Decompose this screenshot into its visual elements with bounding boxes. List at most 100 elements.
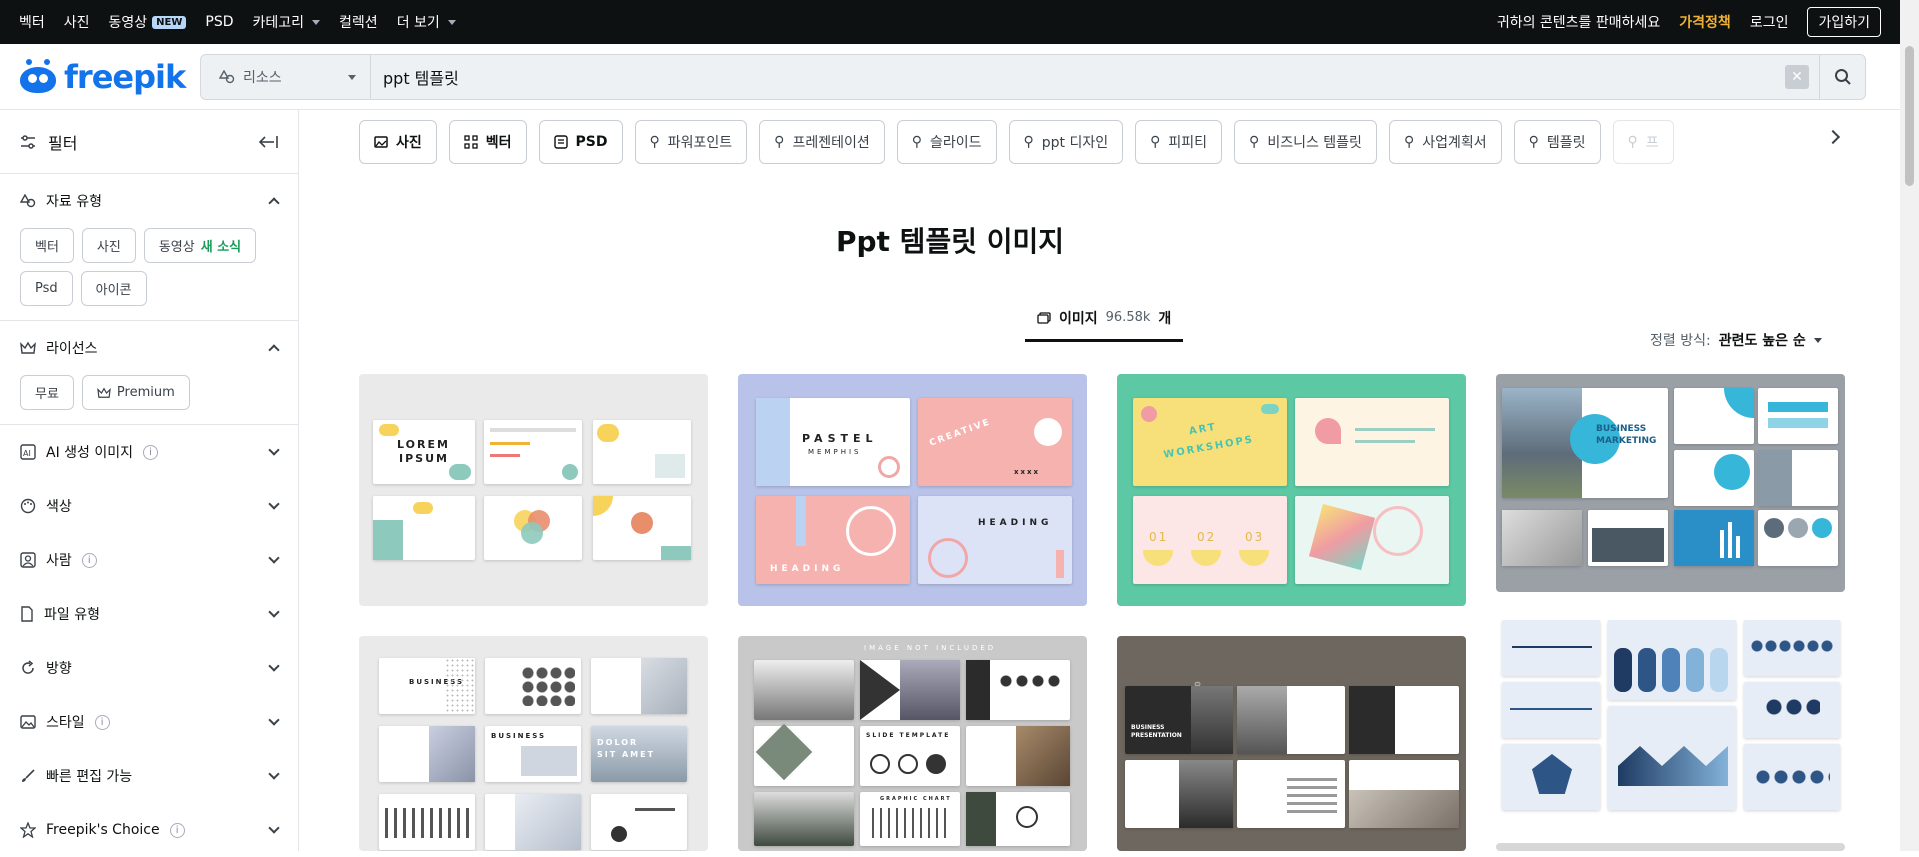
tab-images-unit: 개 xyxy=(1158,310,1172,327)
result-card-6[interactable]: IMAGE NOT INCLUDED SLIDE TEMPLATE GRAPHI… xyxy=(738,636,1087,851)
clear-search-button[interactable]: ✕ xyxy=(1785,65,1809,89)
result-card-1[interactable]: LOREM IPSUM xyxy=(359,374,708,606)
tag-search-4[interactable]: ⚲ ppt 디자인 xyxy=(1008,120,1124,164)
result-card-2[interactable]: PASTEL MEMPHIS CREATIVE xxxx HEADING HEA… xyxy=(738,374,1087,606)
filter-collapsed-sections: AI AI 생성 이미지 i 색상 사람 i 파일 유형 방향 스타일 i 빠른… xyxy=(0,425,298,857)
card-text: DOLOR xyxy=(597,738,639,747)
chevron-down-icon xyxy=(268,444,280,456)
tab-images-count: 96.58k xyxy=(1105,310,1151,325)
filter-orientation-label: 방향 xyxy=(46,661,72,677)
filter-file-type[interactable]: 파일 유형 xyxy=(20,587,280,641)
search-icon: ⚲ xyxy=(1150,134,1161,150)
result-card-5[interactable]: BUSINESS BUSINESS DOLOR SIT AMET xyxy=(359,636,708,851)
chip-vector[interactable]: 벡터 xyxy=(20,228,74,263)
topnav-categories[interactable]: 카테고리 xyxy=(253,12,321,32)
topnav-vectors[interactable]: 벡터 xyxy=(19,12,45,32)
tag-label: 파워포인트 xyxy=(667,135,733,151)
chip-icon[interactable]: 아이콘 xyxy=(80,271,147,306)
card-text: PRESENTATION xyxy=(1131,732,1182,739)
topnav-videos[interactable]: 동영상 NEW xyxy=(109,12,187,32)
login-link[interactable]: 로그인 xyxy=(1750,12,1789,32)
info-icon[interactable]: i xyxy=(81,552,97,568)
topnav-videos-label: 동영상 xyxy=(108,15,148,31)
type-chips: 벡터 사진 동영상 새 소식 Psd 아이콘 xyxy=(20,228,278,320)
filter-quick-edit[interactable]: 빠른 편집 가능 xyxy=(20,749,280,803)
photo-icon xyxy=(374,136,388,148)
filter-color[interactable]: 색상 xyxy=(20,479,280,533)
tag-label: 템플릿 xyxy=(1546,135,1586,151)
result-card-8[interactable] xyxy=(1496,620,1845,840)
tag-search-1[interactable]: ⚲ 파워포인트 xyxy=(634,120,748,164)
topnav-right: 귀하의 콘텐츠를 판매하세요 가격정책 로그인 가입하기 xyxy=(1497,7,1881,37)
filter-ai-generated[interactable]: AI AI 생성 이미지 i xyxy=(20,425,280,479)
tag-photo[interactable]: 사진 xyxy=(359,120,437,164)
chip-free[interactable]: 무료 xyxy=(20,375,74,410)
chip-video[interactable]: 동영상 새 소식 xyxy=(143,228,257,263)
filter-file-type-label: 파일 유형 xyxy=(44,607,100,623)
filter-people[interactable]: 사람 i xyxy=(20,533,280,587)
freepik-logo-icon xyxy=(18,58,58,95)
collapse-left-icon[interactable] xyxy=(258,135,278,149)
logo[interactable]: freepik xyxy=(0,58,200,96)
topnav-more[interactable]: 더 보기 xyxy=(397,12,456,32)
topnav-more-label: 더 보기 xyxy=(396,15,440,31)
header: freepik 리소스 ✕ xyxy=(0,44,1900,110)
search-button[interactable] xyxy=(1819,55,1865,99)
chip-video-label: 동영상 xyxy=(158,240,195,255)
pricing-link[interactable]: 가격정책 xyxy=(1679,12,1731,32)
resource-label: 리소스 xyxy=(243,70,282,86)
topnav-collections[interactable]: 컬렉션 xyxy=(339,12,378,32)
tag-vector[interactable]: 벡터 xyxy=(448,120,527,164)
tag-search-3[interactable]: ⚲ 슬라이드 xyxy=(896,120,997,164)
info-icon[interactable]: i xyxy=(143,444,159,460)
tag-search-2[interactable]: ⚲ 프레젠테이션 xyxy=(759,120,885,164)
sell-content-link[interactable]: 귀하의 콘텐츠를 판매하세요 xyxy=(1497,12,1660,32)
info-icon[interactable]: i xyxy=(169,822,185,838)
chevron-down-icon xyxy=(268,714,280,726)
chip-premium[interactable]: Premium xyxy=(81,375,190,410)
chevron-down-icon xyxy=(268,822,280,834)
filter-license-toggle[interactable]: 라이선스 xyxy=(20,321,280,375)
card-text: CREATIVE xyxy=(928,417,993,449)
result-card-9[interactable] xyxy=(1496,843,1845,851)
filter-style[interactable]: 스타일 i xyxy=(20,695,280,749)
chip-photo[interactable]: 사진 xyxy=(81,228,136,263)
search-icon xyxy=(1834,69,1851,85)
result-card-4[interactable]: BUSINESS MARKETING xyxy=(1496,374,1845,592)
tag-search-8[interactable]: ⚲ 템플릿 xyxy=(1513,120,1601,164)
chip-psd[interactable]: Psd xyxy=(20,271,73,306)
filter-section-license: 라이선스 무료 Premium xyxy=(0,321,298,424)
crown-icon xyxy=(97,387,111,398)
tag-search-5[interactable]: ⚲ 피피티 xyxy=(1135,120,1223,164)
tag-search-6[interactable]: ⚲ 비즈니스 템플릿 xyxy=(1234,120,1377,164)
filter-type-toggle[interactable]: 자료 유형 xyxy=(20,174,280,228)
search-input[interactable] xyxy=(371,55,1785,99)
topnav-photos[interactable]: 사진 xyxy=(64,12,90,32)
card-text: LOREM xyxy=(397,438,450,451)
related-tags: 사진 벡터 PSD ⚲ 파워포인트 ⚲ 프레젠테이션 ⚲ 슬라이드 ⚲ ppt 디자인 … xyxy=(359,120,1839,164)
filter-freepik-choice[interactable]: Freepik's Choice i xyxy=(20,803,280,857)
tab-images[interactable]: 이미지 96.58k 개 xyxy=(1025,296,1184,342)
result-card-3[interactable]: ART WORKSHOPS 01 02 03 xyxy=(1117,374,1466,606)
topnav-left: 벡터 사진 동영상 NEW PSD 카테고리 컬렉션 더 보기 xyxy=(19,12,456,32)
signup-button[interactable]: 가입하기 xyxy=(1807,7,1881,37)
tag-search-9[interactable]: ⚲ 프 xyxy=(1612,120,1674,164)
info-icon[interactable]: i xyxy=(94,714,110,730)
result-card-7[interactable]: BUSINESS PRESENTATION 2020 xyxy=(1117,636,1466,851)
brush-icon xyxy=(22,769,35,782)
search-icon: ⚲ xyxy=(1627,134,1638,150)
image-icon xyxy=(20,715,36,729)
page-scrollbar[interactable] xyxy=(1900,0,1919,851)
card-text: HEADING xyxy=(770,564,845,574)
filter-quick-edit-label: 빠른 편집 가능 xyxy=(46,769,133,785)
chevron-down-icon xyxy=(268,606,280,618)
scrollbar-thumb[interactable] xyxy=(1905,46,1914,186)
tag-psd[interactable]: PSD xyxy=(538,120,623,164)
sort-dropdown[interactable]: 정렬 방식: 관련도 높은 순 xyxy=(1650,330,1822,350)
resource-selector[interactable]: 리소스 xyxy=(201,55,371,99)
filter-orientation[interactable]: 방향 xyxy=(20,641,280,695)
card-text: 01 xyxy=(1149,530,1169,544)
card-text: SLIDE TEMPLATE xyxy=(866,732,951,739)
topnav-psd[interactable]: PSD xyxy=(205,14,233,30)
tag-search-7[interactable]: ⚲ 사업계획서 xyxy=(1388,120,1502,164)
